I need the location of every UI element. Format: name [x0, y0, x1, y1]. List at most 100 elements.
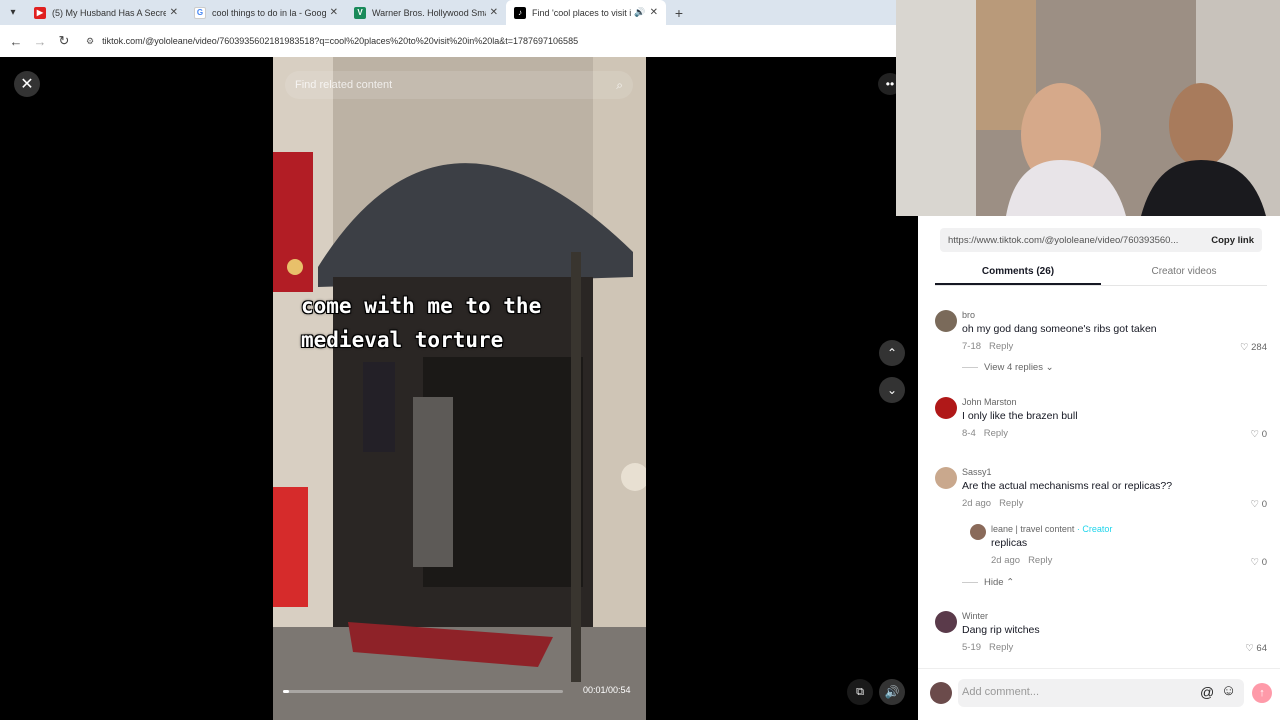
webcam-overlay: [896, 0, 1280, 216]
like-count: 0: [1261, 557, 1267, 568]
copy-link-button[interactable]: Copy link: [1211, 235, 1254, 246]
emoji-icon[interactable]: ☺: [1221, 682, 1236, 699]
comment-date: 7-18: [962, 341, 982, 352]
speaker-icon[interactable]: 🔊: [634, 7, 645, 18]
reply-button[interactable]: Reply: [989, 341, 1013, 352]
like-button[interactable]: ♡ 284: [1240, 342, 1267, 353]
pip-icon[interactable]: ⧉: [847, 679, 873, 705]
reply-date: 2d ago: [991, 555, 1021, 566]
like-count: 284: [1251, 342, 1267, 353]
heart-icon: ♡: [1239, 342, 1249, 353]
google-icon: G: [194, 6, 206, 19]
tab-label: Warner Bros. Hollywood Small: [372, 7, 486, 18]
volume-icon[interactable]: 🔊: [879, 679, 905, 705]
add-comment-placeholder: Add comment...: [962, 686, 1040, 698]
v-icon: V: [354, 6, 366, 19]
comment-username[interactable]: John Marston: [962, 397, 1275, 407]
browser-tab-bar: ▾ ▶ (5) My Husband Has A Secret P ✕ G co…: [0, 0, 896, 25]
video-progress-bar[interactable]: [283, 690, 563, 693]
panel-tabs: Comments (26) Creator videos: [935, 260, 1267, 286]
tab-comments[interactable]: Comments (26): [935, 260, 1101, 285]
search-icon[interactable]: ⌕: [616, 78, 623, 93]
tab-label: Find 'cool places to visit in l: [532, 7, 632, 18]
mention-icon[interactable]: @: [1200, 684, 1214, 700]
share-link-text[interactable]: https://www.tiktok.com/@yololeane/video/…: [948, 235, 1211, 246]
avatar[interactable]: [935, 310, 957, 332]
avatar[interactable]: [930, 682, 952, 704]
reply-button[interactable]: Reply: [1028, 555, 1052, 566]
like-button[interactable]: ♡ 0: [1251, 557, 1267, 568]
tab-search-icon[interactable]: ▾: [0, 0, 26, 25]
avatar[interactable]: [970, 524, 986, 540]
chevron-up-icon[interactable]: ⌃: [879, 340, 905, 366]
forward-icon[interactable]: →: [28, 34, 52, 49]
video-viewer: ✕ •• Find related content ⌕ come with me…: [0, 57, 918, 720]
comment-date: 2d ago: [962, 498, 992, 509]
url-text: tiktok.com/@yololeane/video/760393560218…: [102, 36, 579, 46]
browser-tab-warner[interactable]: V Warner Bros. Hollywood Small ✕: [346, 0, 506, 25]
send-icon[interactable]: ↑: [1252, 683, 1272, 703]
browser-tab-youtube[interactable]: ▶ (5) My Husband Has A Secret P ✕: [26, 0, 186, 25]
like-count: 0: [1261, 429, 1267, 440]
new-tab-button[interactable]: +: [666, 5, 692, 21]
reply-username[interactable]: leane | travel content · Creator: [991, 524, 1275, 534]
view-replies-button[interactable]: View 4 replies ⌄: [962, 362, 1275, 373]
video-frame: [273, 57, 646, 720]
reply-username-text: leane | travel content: [991, 524, 1075, 534]
like-button[interactable]: ♡ 0: [1251, 499, 1267, 510]
address-bar: ← → ↻ ⚙ tiktok.com/@yololeane/video/7603…: [0, 25, 896, 57]
tab-creator-videos[interactable]: Creator videos: [1101, 260, 1267, 285]
reload-icon[interactable]: ↻: [52, 33, 76, 49]
close-tab-icon[interactable]: ✕: [490, 7, 498, 18]
reply-button[interactable]: Reply: [989, 642, 1013, 653]
reply-button[interactable]: Reply: [984, 428, 1008, 439]
heart-icon: ♡: [1250, 429, 1260, 440]
comment-text: I only like the brazen bull: [962, 410, 1078, 422]
close-tab-icon[interactable]: ✕: [650, 7, 658, 18]
like-button[interactable]: ♡ 0: [1251, 429, 1267, 440]
comment-text: oh my god dang someone's ribs got taken: [962, 323, 1157, 335]
video-player[interactable]: Find related content ⌕ come with me to t…: [273, 57, 646, 720]
find-related-search[interactable]: Find related content ⌕: [285, 71, 633, 99]
creator-tag: · Creator: [1074, 524, 1113, 534]
comment-text: Dang rip witches: [962, 624, 1040, 636]
reply-item: leane | travel content · Creator replica…: [970, 524, 1275, 572]
like-count: 64: [1256, 643, 1267, 654]
video-progress-fill: [283, 690, 289, 693]
avatar[interactable]: [935, 467, 957, 489]
reply-text: replicas: [991, 537, 1028, 549]
heart-icon: ♡: [1245, 643, 1254, 654]
close-tab-icon[interactable]: ✕: [170, 7, 178, 18]
comment-username[interactable]: bro: [962, 310, 1275, 320]
webcam-frame: [896, 0, 1280, 216]
reply-button[interactable]: Reply: [999, 498, 1023, 509]
add-comment-bar: Add comment... @ ☺ ↑: [918, 668, 1280, 720]
comment-item: John Marston I only like the brazen bull…: [935, 397, 1275, 445]
hide-replies-button[interactable]: Hide ⌃: [962, 577, 1162, 591]
search-placeholder: Find related content: [295, 79, 393, 91]
comment-username[interactable]: Sassy1: [962, 467, 1275, 477]
comment-username[interactable]: Winter: [962, 611, 1275, 621]
video-time: 00:01/00:54: [583, 685, 631, 695]
browser-tab-tiktok[interactable]: ♪ Find 'cool places to visit in l 🔊 ✕: [506, 0, 666, 25]
hide-label: Hide: [984, 577, 1004, 588]
like-button[interactable]: ♡ 64: [1245, 643, 1267, 654]
avatar[interactable]: [935, 397, 957, 419]
comment-item: Winter Dang rip witches 5-19 Reply ♡ 64: [935, 611, 1275, 659]
back-icon[interactable]: ←: [4, 34, 28, 49]
close-tab-icon[interactable]: ✕: [330, 7, 338, 18]
chevron-up-icon: ⌃: [1006, 577, 1015, 588]
comment-item: Sassy1 Are the actual mechanisms real or…: [935, 467, 1275, 515]
site-info-icon[interactable]: ⚙: [86, 36, 94, 47]
avatar[interactable]: [935, 611, 957, 633]
browser-tab-google[interactable]: G cool things to do in la - Google ✕: [186, 0, 346, 25]
divider: [962, 367, 978, 368]
close-icon[interactable]: ✕: [14, 71, 40, 97]
share-link-box: https://www.tiktok.com/@yololeane/video/…: [940, 228, 1262, 252]
heart-icon: ♡: [1250, 499, 1260, 510]
url-field[interactable]: ⚙ tiktok.com/@yololeane/video/7603935602…: [86, 36, 578, 47]
comment-item: bro oh my god dang someone's ribs got ta…: [935, 310, 1275, 380]
chevron-down-icon[interactable]: ⌄: [879, 377, 905, 403]
heart-icon: ♡: [1250, 557, 1260, 568]
tab-label: cool things to do in la - Google: [212, 7, 326, 18]
